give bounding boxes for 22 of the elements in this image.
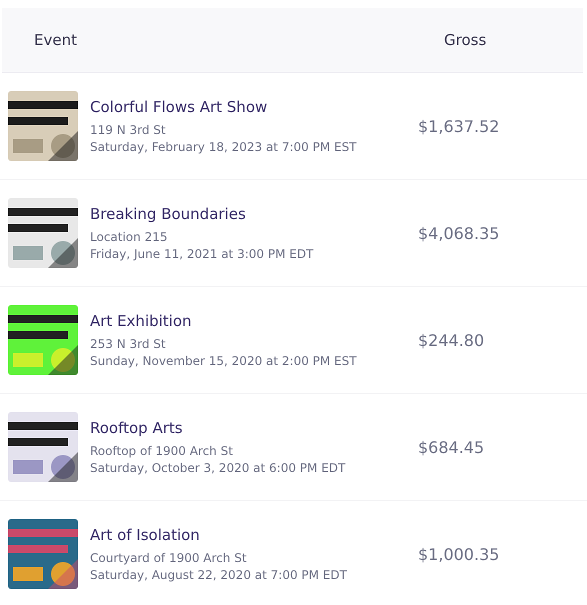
gross-amount: $1,000.35 xyxy=(418,544,500,564)
column-header: Gross xyxy=(444,31,486,49)
event-title[interactable]: Rooftop Arts xyxy=(90,419,410,437)
gross-amount: $4,068.35 xyxy=(418,224,500,242)
gross-amount: $244.80 xyxy=(418,330,486,350)
event-title[interactable]: Art of Isolation xyxy=(90,526,410,544)
event-location: Courtyard of 1900 Arch St xyxy=(90,551,248,565)
event-location: 119 N 3rd St xyxy=(90,123,167,137)
event-date: Saturday, February 18, 2023 at 7:00 PM EST xyxy=(90,140,358,154)
event-date: Saturday, October 3, 2020 at 6:00 PM EDT xyxy=(90,461,346,475)
event-title[interactable]: Colorful Flows Art Show xyxy=(90,98,410,116)
event-title[interactable]: Art Exhibition xyxy=(90,312,410,330)
gross-amount: $684.45 xyxy=(418,438,486,456)
event-date: Saturday, August 22, 2020 at 7:00 PM EDT xyxy=(90,568,348,582)
event-location: Rooftop of 1900 Arch St xyxy=(90,444,234,458)
gross-amount: $1,637.52 xyxy=(418,116,500,136)
event-date: Sunday, November 15, 2020 at 2:00 PM EST xyxy=(90,354,358,368)
event-date: Friday, June 11, 2021 at 3:00 PM EDT xyxy=(90,247,314,261)
event-title[interactable]: Breaking Boundaries xyxy=(90,205,410,223)
event-location: 253 N 3rd St xyxy=(90,337,167,351)
column-header: Event xyxy=(33,31,78,49)
event-location: Location 215 xyxy=(90,230,168,244)
